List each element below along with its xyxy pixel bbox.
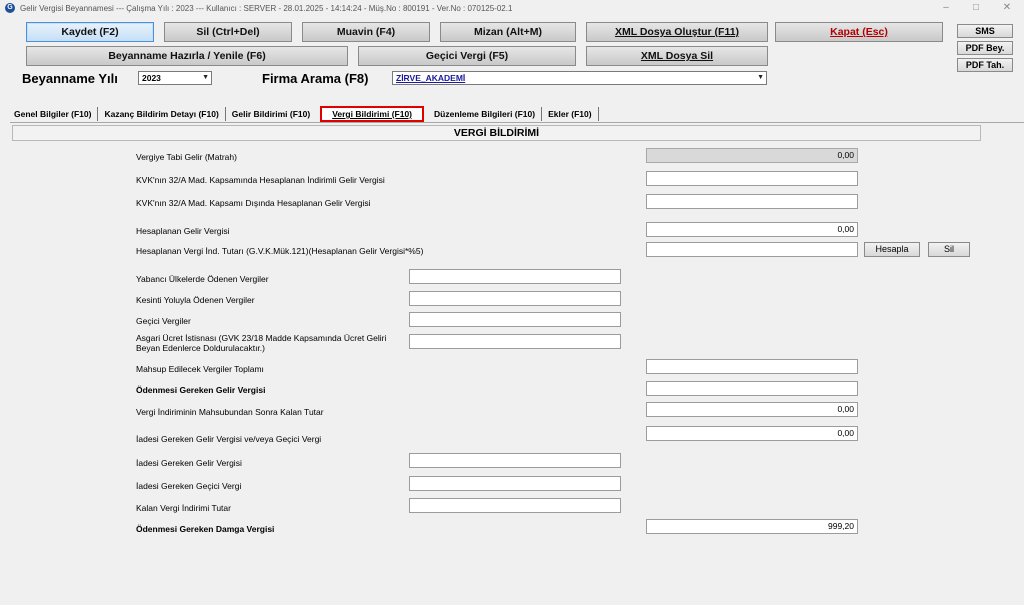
xml-sil-button[interactable]: XML Dosya Sil	[586, 46, 768, 66]
odenmesi-gereken-gelir-vergisi-field[interactable]	[646, 381, 858, 396]
field-label: Ödenmesi Gereken Damga Vergisi	[136, 524, 275, 534]
beyanname-yili-select[interactable]: 2023 ▼	[138, 71, 212, 85]
field-label: KVK'nın 32/A Mad. Kapsamında Hesaplanan …	[136, 175, 385, 185]
tab-gelir-bildirimi[interactable]: Gelir Bildirimi (F10)	[226, 107, 316, 121]
firma-select[interactable]: ZİRVE_AKADEMİ ▼	[392, 71, 767, 85]
iade-gelir-vergisi-field[interactable]	[409, 453, 621, 468]
field-label: İadesi Gereken Gelir Vergisi	[136, 458, 242, 468]
mahsup-vergiler-toplami-field[interactable]	[646, 359, 858, 374]
field-label: Vergiye Tabi Gelir (Matrah)	[136, 152, 237, 162]
field-label: Vergi İndiriminin Mahsubundan Sonra Kala…	[136, 407, 324, 417]
section-title: VERGİ BİLDİRİMİ	[12, 125, 981, 141]
field-label: Kesinti Yoluyla Ödenen Vergiler	[136, 295, 255, 305]
kapsam-disi-gelir-vergisi-field[interactable]	[646, 194, 858, 209]
maximize-button[interactable]: □	[962, 0, 990, 16]
firma-value: ZİRVE_AKADEMİ	[396, 73, 466, 83]
field-label: İadesi Gereken Geçici Vergi	[136, 481, 242, 491]
vergiye-tabi-gelir-field: 0,00	[646, 148, 858, 163]
firma-arama-label: Firma Arama (F8)	[262, 71, 369, 86]
beyanname-yili-label: Beyanname Yılı	[22, 71, 118, 86]
tab-bar: Genel Bilgiler (F10) Kazanç Bildirim Det…	[8, 106, 599, 122]
pdf-bey-button[interactable]: PDF Bey.	[957, 41, 1013, 55]
hesaplanan-gelir-vergisi-field[interactable]: 0,00	[646, 222, 858, 237]
chevron-down-icon: ▼	[202, 74, 209, 81]
kalan-vergi-indirimi-field[interactable]	[409, 498, 621, 513]
asgari-ucret-istisnasi-field[interactable]	[409, 334, 621, 349]
sil-row-button[interactable]: Sil	[928, 242, 970, 257]
field-label: Ödenmesi Gereken Gelir Vergisi	[136, 385, 266, 395]
tab-genel-bilgiler[interactable]: Genel Bilgiler (F10)	[8, 107, 99, 121]
kesinti-vergileri-field[interactable]	[409, 291, 621, 306]
iade-gelir-gecici-vergi-field[interactable]: 0,00	[646, 426, 858, 441]
gecici-vergi-button[interactable]: Geçici Vergi (F5)	[358, 46, 576, 66]
beyanname-yili-value: 2023	[142, 73, 161, 83]
field-label: Yabancı Ülkelerde Ödenen Vergiler	[136, 274, 269, 284]
xml-olustur-button[interactable]: XML Dosya Oluştur (F11)	[586, 22, 768, 42]
field-label: Mahsup Edilecek Vergiler Toplamı	[136, 364, 264, 374]
kaydet-button[interactable]: Kaydet (F2)	[26, 22, 154, 42]
tab-divider	[10, 122, 1024, 123]
window-titlebar: G Gelir Vergisi Beyannamesi --- Çalışma …	[0, 0, 1024, 16]
yabanci-ulke-vergileri-field[interactable]	[409, 269, 621, 284]
window-title: Gelir Vergisi Beyannamesi --- Çalışma Yı…	[20, 3, 513, 13]
tab-kazanc-bildirim-detayi[interactable]: Kazanç Bildirim Detayı (F10)	[98, 107, 226, 121]
tab-duzenleme-bilgileri[interactable]: Düzenleme Bilgileri (F10)	[428, 107, 543, 121]
gecici-vergiler-field[interactable]	[409, 312, 621, 327]
field-label: KVK'nın 32/A Mad. Kapsamı Dışında Hesapl…	[136, 198, 371, 208]
mizan-button[interactable]: Mizan (Alt+M)	[440, 22, 576, 42]
iade-gecici-vergi-field[interactable]	[409, 476, 621, 491]
kapat-button[interactable]: Kapat (Esc)	[775, 22, 943, 42]
sms-button[interactable]: SMS	[957, 24, 1013, 38]
field-label: Kalan Vergi İndirimi Tutar	[136, 503, 231, 513]
app-icon: G	[5, 3, 15, 13]
muavin-button[interactable]: Muavin (F4)	[302, 22, 430, 42]
damga-vergisi-field[interactable]: 999,20	[646, 519, 858, 534]
field-label: Hesaplanan Gelir Vergisi	[136, 226, 230, 236]
field-label: İadesi Gereken Gelir Vergisi ve/veya Geç…	[136, 434, 322, 444]
kalan-tutar-field[interactable]: 0,00	[646, 402, 858, 417]
pdf-tah-button[interactable]: PDF Tah.	[957, 58, 1013, 72]
indirimli-gelir-vergisi-field[interactable]	[646, 171, 858, 186]
minimize-button[interactable]: –	[932, 0, 960, 16]
hesapla-button[interactable]: Hesapla	[864, 242, 920, 257]
close-window-button[interactable]: ✕	[993, 0, 1021, 16]
tab-ekler[interactable]: Ekler (F10)	[542, 107, 599, 121]
field-label: Asgari Ücret İstisnası (GVK 23/18 Madde …	[136, 333, 387, 353]
vergi-ind-tutari-field[interactable]	[646, 242, 858, 257]
sil-button[interactable]: Sil (Ctrl+Del)	[164, 22, 292, 42]
tab-vergi-bildirimi[interactable]: Vergi Bildirimi (F10)	[320, 106, 425, 122]
beyanname-hazirla-button[interactable]: Beyanname Hazırla / Yenile (F6)	[26, 46, 348, 66]
field-label: Hesaplanan Vergi İnd. Tutarı (G.V.K.Mük.…	[136, 246, 424, 256]
field-label: Geçici Vergiler	[136, 316, 191, 326]
chevron-down-icon: ▼	[757, 74, 764, 81]
